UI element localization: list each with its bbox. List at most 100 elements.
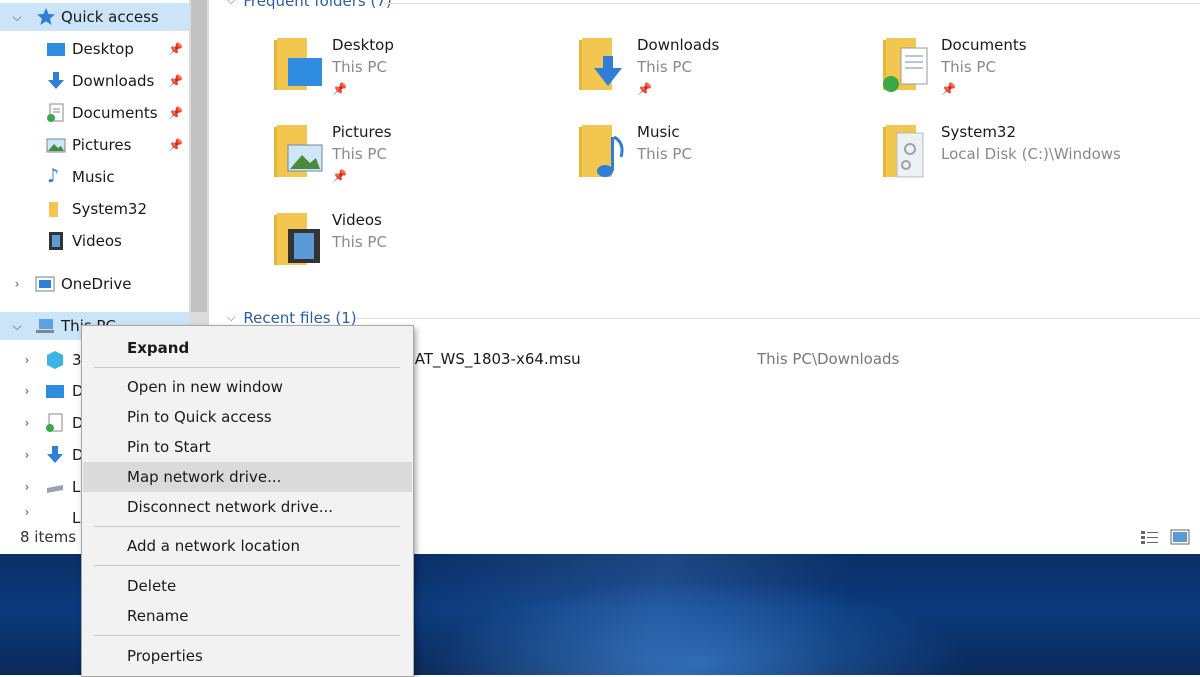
folder-tile-downloads[interactable]: Downloads This PC 📌	[577, 36, 877, 114]
nav-item-label: Music	[72, 168, 115, 186]
folder-tile-music[interactable]: Music This PC	[577, 123, 877, 201]
pictures-icon	[46, 138, 66, 153]
folder-tile-desktop[interactable]: Desktop This PC 📌	[272, 36, 572, 114]
desktop-icon	[47, 43, 65, 56]
chevron-right-icon[interactable]: ›	[20, 384, 34, 398]
chevron-down-icon[interactable]: ⌵	[10, 319, 24, 334]
pin-icon: 📌	[332, 169, 347, 183]
star-icon	[37, 8, 55, 25]
menu-item-delete[interactable]: Delete	[83, 571, 412, 601]
group-header-frequent[interactable]: ⌵ Frequent folders (7)	[227, 0, 392, 10]
nav-quick-access-label: Quick access	[61, 8, 159, 26]
chevron-right-icon[interactable]: ›	[20, 448, 34, 462]
menu-item-pin-quick-access[interactable]: Pin to Quick access	[83, 402, 412, 432]
nav-item-desktop[interactable]: Desktop 📌	[0, 35, 189, 63]
scrollbar-thumb[interactable]	[191, 0, 207, 312]
chevron-down-icon[interactable]: ⌵	[227, 311, 235, 325]
status-item-count: 8 items	[20, 528, 77, 546]
menu-item-label: Add a network location	[127, 537, 300, 555]
menu-item-label: Delete	[127, 577, 177, 595]
recent-file-name[interactable]: SAT_WS_1803-x64.msu	[405, 350, 581, 368]
tile-location: This PC	[332, 233, 387, 251]
menu-separator	[94, 526, 400, 527]
desktop-icon	[46, 385, 64, 398]
menu-separator	[94, 367, 400, 368]
drive-icon	[47, 485, 63, 493]
folder-tile-videos[interactable]: Videos This PC	[272, 211, 572, 289]
tile-name: Documents	[941, 36, 1027, 54]
tile-location: This PC	[332, 58, 387, 76]
tile-name: Desktop	[332, 36, 394, 54]
folder-tile-pictures[interactable]: Pictures This PC 📌	[272, 123, 572, 201]
chevron-right-icon[interactable]: ›	[20, 480, 34, 494]
nav-child-label: L	[72, 509, 81, 524]
menu-item-label: Properties	[127, 647, 203, 665]
tile-name: Downloads	[637, 36, 720, 54]
downloads-icon	[48, 72, 64, 89]
tile-location: This PC	[332, 145, 387, 163]
menu-item-expand[interactable]: Expand	[83, 333, 412, 363]
group-header-label: Frequent folders (7)	[243, 0, 392, 10]
tile-name: Music	[637, 123, 680, 141]
tile-name: Videos	[332, 211, 382, 229]
system32-folder-icon	[883, 125, 924, 178]
3d-objects-icon	[47, 351, 63, 369]
menu-separator	[94, 565, 400, 566]
recent-file-path: This PC\Downloads	[757, 350, 900, 368]
menu-item-label: Expand	[127, 339, 190, 357]
menu-item-rename[interactable]: Rename	[83, 601, 412, 631]
tile-name: System32	[941, 123, 1017, 141]
menu-item-map-network-drive[interactable]: Map network drive...	[83, 462, 412, 492]
menu-separator	[94, 635, 400, 636]
nav-item-label: System32	[72, 200, 148, 218]
nav-item-videos[interactable]: Videos	[0, 227, 189, 255]
tile-location: This PC	[637, 58, 692, 76]
pin-icon: 📌	[168, 106, 183, 120]
videos-icon	[49, 232, 63, 250]
nav-item-downloads[interactable]: Downloads 📌	[0, 67, 189, 95]
pin-icon: 📌	[941, 82, 956, 96]
desktop-folder-icon	[274, 38, 322, 90]
large-icons-view-icon[interactable]	[1170, 529, 1190, 545]
chevron-right-icon[interactable]: ›	[20, 416, 34, 430]
folder-tile-documents[interactable]: Documents This PC 📌	[881, 36, 1181, 114]
chevron-down-icon[interactable]: ⌵	[10, 10, 24, 25]
pin-icon: 📌	[168, 42, 183, 56]
menu-item-label: Open in new window	[127, 378, 283, 396]
folder-icon	[49, 202, 58, 217]
menu-item-pin-start[interactable]: Pin to Start	[83, 432, 412, 462]
tile-location: Local Disk (C:)\Windows	[941, 145, 1121, 163]
nav-item-pictures[interactable]: Pictures 📌	[0, 131, 189, 159]
menu-item-add-network-location[interactable]: Add a network location	[83, 531, 412, 561]
nav-item-music[interactable]: ♪ Music	[0, 163, 189, 191]
tile-location: This PC	[941, 58, 996, 76]
chevron-right-icon[interactable]: ›	[20, 353, 34, 367]
nav-item-label: Pictures	[72, 136, 132, 154]
nav-item-documents[interactable]: Documents 📌	[0, 99, 189, 127]
menu-item-properties[interactable]: Properties	[83, 641, 412, 671]
pin-icon: 📌	[168, 74, 183, 88]
folder-tile-system32[interactable]: System32 Local Disk (C:)\Windows	[881, 123, 1181, 201]
nav-quick-access[interactable]: ⌵ Quick access	[0, 3, 189, 31]
pin-icon: 📌	[332, 82, 347, 96]
nav-onedrive-label: OneDrive	[61, 275, 132, 293]
details-view-icon[interactable]	[1140, 529, 1160, 545]
context-menu: Expand Open in new window Pin to Quick a…	[81, 325, 414, 677]
nav-child-label: L	[72, 478, 81, 496]
onedrive-icon	[35, 276, 55, 292]
menu-item-label: Pin to Start	[127, 438, 211, 456]
chevron-right-icon[interactable]: ›	[20, 505, 34, 519]
nav-item-system32[interactable]: System32	[0, 195, 189, 223]
music-folder-icon	[579, 125, 624, 177]
nav-item-label: Documents	[72, 104, 158, 122]
downloads-icon	[47, 446, 63, 463]
chevron-right-icon[interactable]: ›	[10, 277, 24, 291]
menu-item-disconnect-network-drive[interactable]: Disconnect network drive...	[83, 492, 412, 522]
pictures-folder-icon	[274, 125, 323, 177]
videos-folder-icon	[274, 213, 320, 265]
documents-icon	[47, 103, 64, 122]
menu-item-open-new-window[interactable]: Open in new window	[83, 372, 412, 402]
nav-item-label: Videos	[72, 232, 122, 250]
chevron-down-icon[interactable]: ⌵	[227, 0, 235, 8]
nav-onedrive[interactable]: › OneDrive	[0, 270, 189, 298]
